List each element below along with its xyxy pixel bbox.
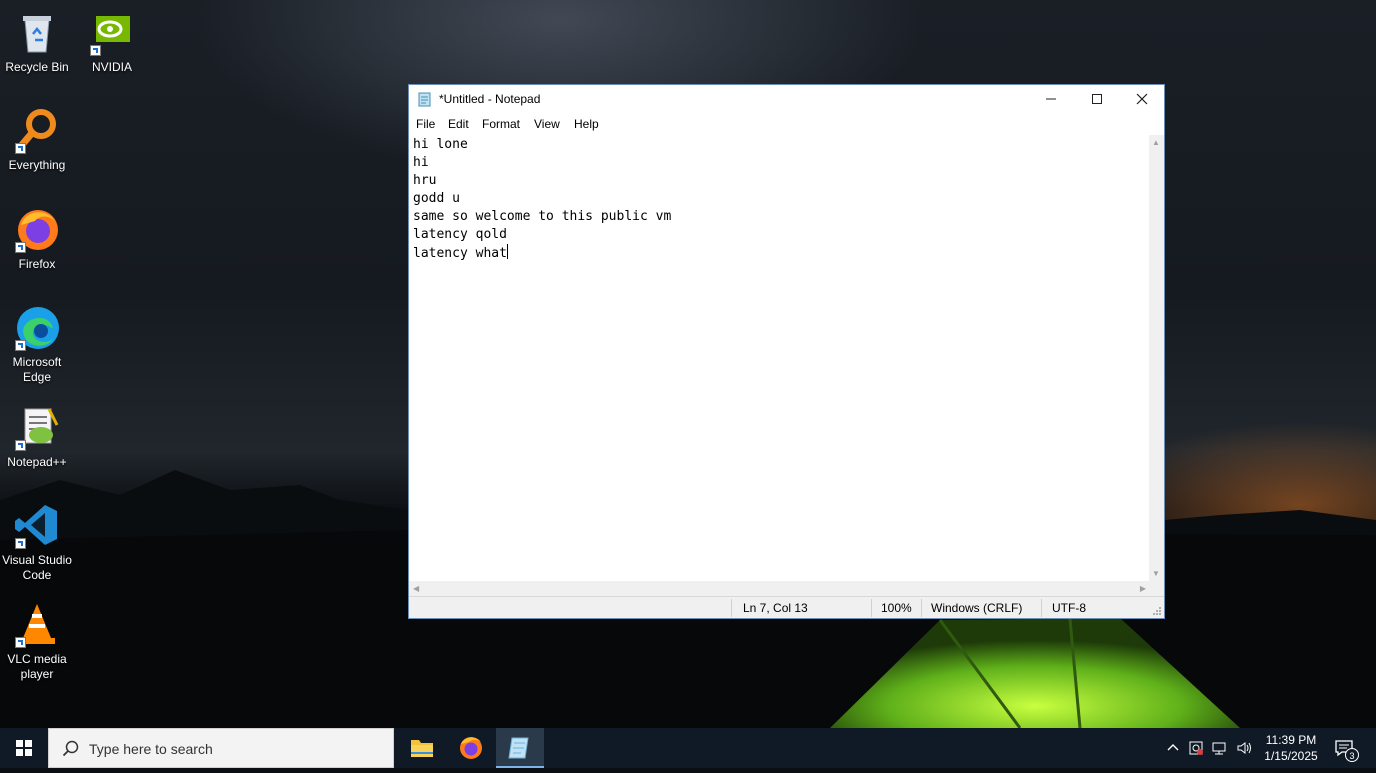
- resize-grip-icon[interactable]: [1152, 606, 1162, 616]
- menu-edit[interactable]: Edit: [448, 117, 469, 131]
- text-line: hi lone: [413, 137, 468, 152]
- notepad-icon: [418, 92, 431, 107]
- status-separator: [871, 599, 872, 617]
- network-icon[interactable]: [1212, 740, 1228, 756]
- edge-icon: [13, 303, 61, 351]
- shortcut-arrow-icon: [15, 143, 26, 154]
- menu-bar: File Edit Format View Help: [409, 114, 1164, 134]
- taskbar-clock[interactable]: 11:39 PM 1/15/2025: [1258, 732, 1324, 764]
- close-button[interactable]: [1119, 85, 1165, 113]
- clock-time: 11:39 PM: [1265, 733, 1317, 747]
- search-icon: [62, 740, 79, 757]
- glowing-tent: [830, 618, 1240, 728]
- desktop-icon-edge[interactable]: Microsoft Edge: [0, 303, 74, 385]
- search-placeholder: Type here to search: [89, 741, 213, 757]
- text-editor[interactable]: hi lone hi hru godd u same so welcome to…: [409, 135, 1150, 581]
- status-bar: Ln 7, Col 13 100% Windows (CRLF) UTF-8: [409, 596, 1164, 618]
- menu-view[interactable]: View: [534, 117, 560, 131]
- shortcut-arrow-icon: [15, 440, 26, 451]
- desktop-icon-label: Microsoft Edge: [12, 355, 62, 384]
- scroll-down-icon[interactable]: ▼: [1152, 569, 1160, 578]
- everything-search-icon: [13, 106, 61, 154]
- text-line: hi: [413, 155, 429, 170]
- text-line: godd u: [413, 191, 460, 206]
- status-zoom: 100%: [881, 601, 912, 615]
- taskbar-firefox[interactable]: [447, 728, 495, 768]
- window-title: *Untitled - Notepad: [439, 92, 541, 106]
- system-tray: [1162, 728, 1256, 768]
- desktop-icon-label: VLC media player: [7, 652, 67, 681]
- vlc-icon: [13, 600, 61, 648]
- notepad-window[interactable]: *Untitled - Notepad File Edit Format Vie…: [408, 84, 1165, 619]
- vscode-icon: [13, 501, 61, 549]
- desktop-icon-vlc[interactable]: VLC media player: [0, 600, 74, 682]
- scroll-right-icon[interactable]: ▶: [1140, 584, 1146, 593]
- desktop-icon-notepad-plus-plus[interactable]: Notepad++: [0, 403, 74, 470]
- status-encoding: UTF-8: [1052, 601, 1086, 615]
- text-line-current: latency what: [413, 244, 1146, 262]
- scrollbar-corner: [1149, 581, 1164, 596]
- volume-icon[interactable]: [1236, 740, 1252, 756]
- close-icon: [1136, 93, 1148, 105]
- title-bar[interactable]: *Untitled - Notepad: [409, 85, 1164, 113]
- windows-logo-icon: [16, 740, 32, 756]
- security-shield-icon[interactable]: [1188, 740, 1204, 756]
- desktop-icon-label: Firefox: [18, 257, 56, 271]
- minimize-icon: [1046, 98, 1056, 100]
- status-separator: [1041, 599, 1042, 617]
- desktop-icon-label: Recycle Bin: [5, 60, 69, 74]
- taskbar: Type here to search 11:39 PM 1/15/2025 3: [0, 728, 1376, 768]
- maximize-button[interactable]: [1074, 85, 1120, 113]
- start-button[interactable]: [0, 728, 48, 768]
- desktop-icon-label: Visual Studio Code: [2, 553, 72, 582]
- vertical-scrollbar[interactable]: ▲ ▼: [1149, 135, 1164, 581]
- scroll-up-icon[interactable]: ▲: [1152, 138, 1160, 147]
- taskbar-search-box[interactable]: Type here to search: [48, 728, 394, 768]
- text-line: hru: [413, 173, 437, 188]
- notepad-icon: [508, 737, 529, 759]
- shortcut-arrow-icon: [15, 637, 26, 648]
- recycle-bin-icon: [13, 8, 61, 56]
- desktop-icon-label: NVIDIA: [91, 60, 132, 74]
- maximize-icon: [1092, 93, 1102, 104]
- status-line-ending: Windows (CRLF): [931, 601, 1023, 615]
- menu-format[interactable]: Format: [482, 117, 520, 131]
- menu-help[interactable]: Help: [574, 117, 599, 131]
- status-separator: [921, 599, 922, 617]
- desktop-icon-vscode[interactable]: Visual Studio Code: [0, 501, 74, 583]
- desktop-icon-label: Everything: [8, 158, 66, 172]
- taskbar-file-explorer[interactable]: [398, 728, 446, 768]
- text-caret: [506, 244, 508, 259]
- desktop-icon-recycle-bin[interactable]: Recycle Bin: [0, 8, 74, 75]
- shortcut-arrow-icon: [90, 45, 101, 56]
- horizontal-scrollbar[interactable]: ◀ ▶: [409, 581, 1150, 596]
- shortcut-arrow-icon: [15, 538, 26, 549]
- text-line: same so welcome to this public vm: [413, 209, 672, 224]
- status-position: Ln 7, Col 13: [743, 601, 808, 615]
- status-separator: [731, 599, 732, 617]
- shortcut-arrow-icon: [15, 340, 26, 351]
- firefox-icon: [13, 205, 61, 253]
- clock-date: 1/15/2025: [1264, 749, 1318, 763]
- text-line-content: latency what: [413, 246, 507, 261]
- desktop-icon-everything[interactable]: Everything: [0, 106, 74, 173]
- scroll-left-icon[interactable]: ◀: [413, 584, 419, 593]
- text-line: latency qold: [413, 227, 507, 242]
- file-explorer-icon: [411, 740, 433, 757]
- taskbar-notepad[interactable]: [496, 728, 544, 768]
- notification-count-badge: 3: [1345, 748, 1359, 762]
- firefox-icon: [460, 737, 482, 759]
- desktop-icon-firefox[interactable]: Firefox: [0, 205, 74, 272]
- shortcut-arrow-icon: [15, 242, 26, 253]
- action-center-button[interactable]: 3: [1330, 728, 1370, 768]
- chevron-up-icon[interactable]: [1166, 741, 1180, 755]
- desktop-icon-nvidia[interactable]: NVIDIA: [75, 8, 149, 75]
- desktop-icon-label: Notepad++: [7, 455, 67, 469]
- nvidia-icon: [88, 8, 136, 56]
- minimize-button[interactable]: [1028, 85, 1074, 113]
- menu-file[interactable]: File: [416, 117, 435, 131]
- notepad-plus-plus-icon: [13, 403, 61, 451]
